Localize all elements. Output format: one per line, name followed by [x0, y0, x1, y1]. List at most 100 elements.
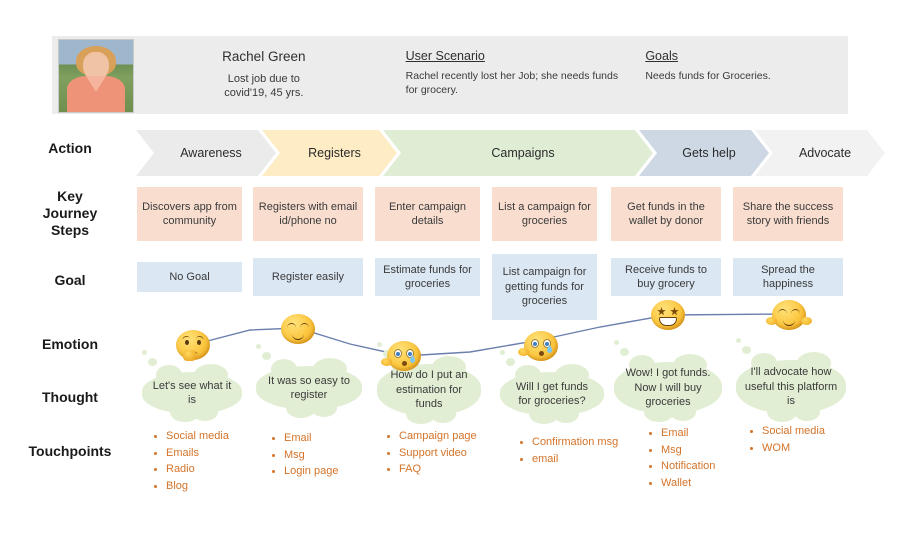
row-label-action: Action — [48, 140, 92, 156]
touchpoint-group: Social media WOM — [748, 423, 825, 456]
key-journey-step-card[interactable]: Registers with email id/phone no — [253, 187, 363, 241]
user-scenario-text: Rachel recently lost her Job; she needs … — [405, 70, 619, 96]
key-journey-step-card[interactable]: Share the success story with friends — [733, 187, 843, 241]
touchpoint-list: Social media WOM — [748, 423, 825, 456]
persona-subtitle: Lost job due to covid'19, 45 yrs. — [224, 73, 304, 99]
goal-card[interactable]: List campaign for getting funds for groc… — [492, 254, 597, 320]
touchpoint-item[interactable]: Email — [647, 425, 715, 442]
action-stage-6[interactable]: Advocate — [755, 130, 885, 176]
goals-text: Needs funds for Groceries. — [645, 70, 771, 82]
goal-text: List campaign for getting funds for groc… — [502, 266, 587, 308]
row-label-goal: Goal — [54, 272, 86, 288]
action-stage-label: Advocate — [798, 146, 852, 160]
persona-identity: Rachel Green Lost job due to covid'19, 4… — [134, 36, 384, 114]
key-journey-step-card[interactable]: Discovers app from community — [137, 187, 242, 241]
goal-text: Register easily — [271, 270, 345, 283]
touchpoint-list: Email Msg Login page — [270, 430, 338, 480]
touchpoint-item[interactable]: Radio — [152, 461, 229, 478]
touchpoint-item[interactable]: Blog — [152, 478, 229, 495]
touchpoint-group: Campaign page Support video FAQ — [385, 428, 477, 478]
goal-card[interactable]: Receive funds to buy grocery — [611, 258, 721, 296]
key-journey-step-card[interactable]: Enter campaign details — [375, 187, 480, 241]
key-journey-step-text: Enter campaign details — [388, 200, 467, 228]
persona-header: Rachel Green Lost job due to covid'19, 4… — [52, 36, 848, 114]
goal-card[interactable]: Spread the happiness — [733, 258, 843, 296]
action-stage-label: Awareness — [180, 146, 242, 160]
user-scenario-heading: User Scenario — [405, 49, 485, 63]
journey-map-canvas: Rachel Green Lost job due to covid'19, 4… — [0, 0, 900, 554]
touchpoint-item[interactable]: Wallet — [647, 475, 715, 492]
action-stage-1[interactable]: Awareness — [136, 130, 276, 176]
touchpoint-list: Campaign page Support video FAQ — [385, 428, 477, 478]
touchpoint-group: Email Msg Notification Wallet — [647, 425, 715, 491]
goal-text: Receive funds to buy grocery — [625, 263, 707, 291]
goals-heading: Goals — [645, 49, 678, 63]
touchpoint-item[interactable]: Email — [270, 430, 338, 447]
action-stage-2[interactable]: Registers — [262, 130, 397, 176]
thought-cloud[interactable]: Let's see what it is — [142, 350, 242, 422]
touchpoint-item[interactable]: email — [518, 451, 618, 468]
row-label-emotion: Emotion — [42, 336, 98, 352]
touchpoint-item[interactable]: FAQ — [385, 461, 477, 478]
touchpoint-item[interactable]: Social media — [748, 423, 825, 440]
touchpoint-item[interactable]: Login page — [270, 463, 338, 480]
row-label-thought: Thought — [42, 389, 98, 405]
user-photo — [58, 39, 134, 113]
touchpoint-item[interactable]: Support video — [385, 445, 477, 462]
action-stage-label: Registers — [308, 146, 361, 160]
touchpoint-item[interactable]: Emails — [152, 445, 229, 462]
thought-text: It was so easy to register — [268, 374, 350, 402]
touchpoint-group: Confirmation msg email — [518, 434, 618, 467]
goals-block: Goals Needs funds for Groceries. — [633, 36, 848, 114]
touchpoint-list: Email Msg Notification Wallet — [647, 425, 715, 491]
thought-cloud[interactable]: I'll advocate how useful this platform i… — [736, 338, 846, 422]
thinking-face-emoji — [176, 330, 210, 361]
anxious-face-emoji — [518, 331, 558, 361]
touchpoint-group: Social media Emails Radio Blog — [152, 428, 229, 494]
action-stage-label: Campaigns — [491, 146, 555, 160]
hugging-face-emoji — [766, 300, 812, 330]
thought-text: Will I get funds for groceries? — [515, 380, 589, 408]
goal-card[interactable]: Estimate funds for groceries — [375, 258, 480, 296]
user-scenario-block: User Scenario Rachel recently lost her J… — [384, 36, 634, 114]
key-journey-step-card[interactable]: Get funds in the wallet by donor — [611, 187, 721, 241]
goal-card[interactable]: Register easily — [253, 258, 363, 296]
goal-text: No Goal — [169, 270, 210, 283]
touchpoint-list: Social media Emails Radio Blog — [152, 428, 229, 494]
touchpoint-item[interactable]: Notification — [647, 458, 715, 475]
touchpoint-group: Email Msg Login page — [270, 430, 338, 480]
touchpoint-item[interactable]: Confirmation msg — [518, 434, 618, 451]
touchpoint-item[interactable]: WOM — [748, 440, 825, 457]
worried-face-emoji — [381, 341, 421, 371]
row-label-key-journey-steps: Key Journey Steps — [42, 188, 98, 238]
goal-card[interactable]: No Goal — [137, 262, 242, 292]
key-journey-step-text: Registers with email id/phone no — [258, 200, 358, 228]
thought-text: Let's see what it is — [152, 379, 232, 407]
thought-cloud[interactable]: How do I put an estimation for funds — [377, 342, 481, 424]
action-stage-label: Gets help — [682, 146, 736, 160]
key-journey-step-text: Discovers app from community — [142, 200, 237, 228]
thought-cloud[interactable]: It was so easy to register — [256, 344, 362, 418]
relieved-face-emoji — [281, 314, 315, 344]
goal-text: Spread the happiness — [761, 263, 815, 291]
thought-cloud[interactable]: Wow! I got funds. Now I will buy groceri… — [614, 340, 722, 422]
star-struck-emoji — [651, 300, 685, 330]
goal-text: Estimate funds for groceries — [383, 263, 472, 291]
thought-text: Wow! I got funds. Now I will buy groceri… — [625, 367, 711, 409]
touchpoint-list: Confirmation msg email — [518, 434, 618, 467]
persona-name: Rachel Green — [222, 49, 306, 64]
action-stage-5[interactable]: Gets help — [639, 130, 769, 176]
thought-cloud[interactable]: Will I get funds for groceries? — [500, 350, 604, 424]
touchpoint-item[interactable]: Msg — [647, 442, 715, 459]
key-journey-step-text: Share the success story with friends — [742, 200, 834, 228]
key-journey-step-card[interactable]: List a campaign for groceries — [492, 187, 597, 241]
thought-text: I'll advocate how useful this platform i… — [744, 366, 838, 408]
key-journey-step-text: Get funds in the wallet by donor — [627, 200, 705, 228]
touchpoint-item[interactable]: Social media — [152, 428, 229, 445]
action-stage-3[interactable]: Campaigns — [383, 130, 653, 176]
touchpoint-item[interactable]: Campaign page — [385, 428, 477, 445]
key-journey-step-text: List a campaign for groceries — [498, 200, 591, 228]
thought-text: How do I put an estimation for funds — [390, 369, 468, 411]
row-label-touchpoints: Touchpoints — [28, 443, 112, 459]
touchpoint-item[interactable]: Msg — [270, 447, 338, 464]
